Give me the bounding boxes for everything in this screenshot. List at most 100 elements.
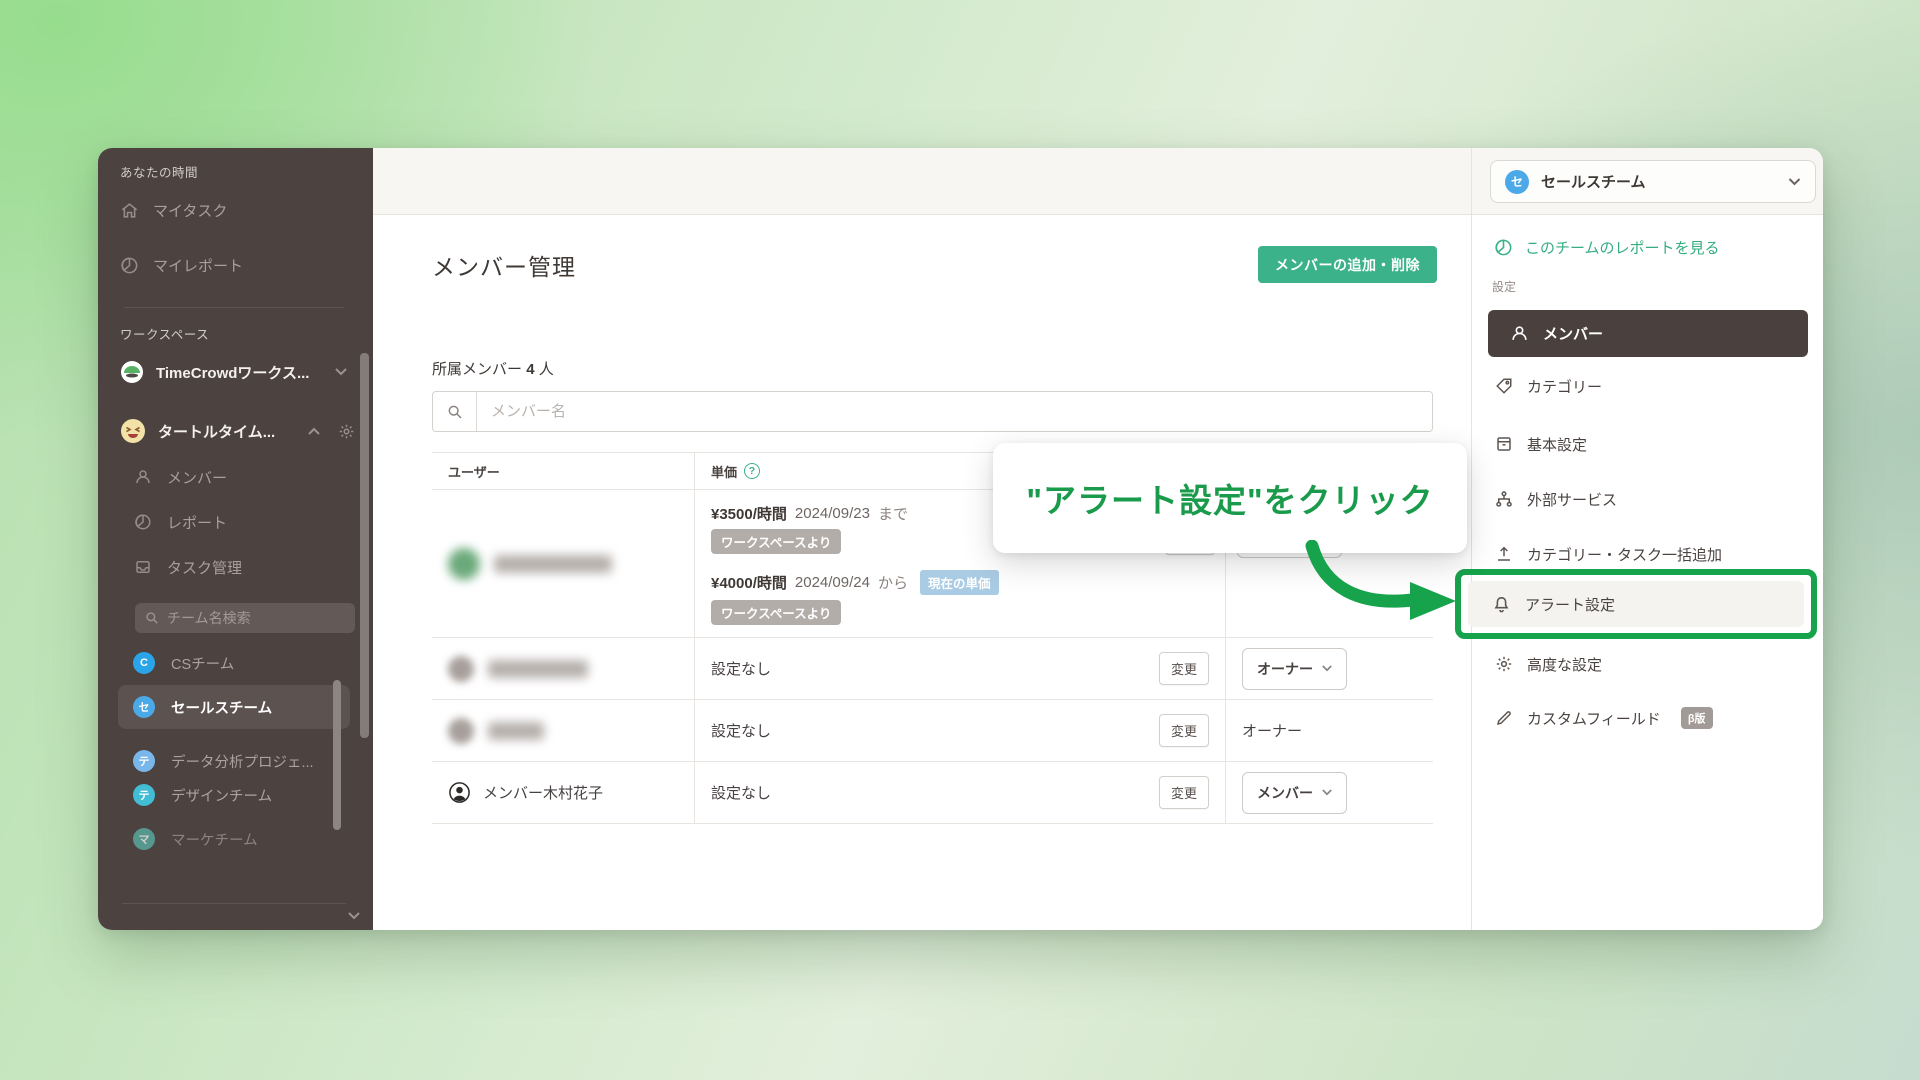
- team-avatar: マ: [133, 828, 155, 850]
- sidebar: あなたの時間 マイタスク マイレポート ワークスペース TimeCrowdワーク…: [98, 148, 373, 930]
- sidebar-item-label: メンバー: [167, 467, 227, 488]
- table-row: 設定なし 変更 オーナー: [432, 700, 1433, 762]
- sidebar-item-team-members[interactable]: メンバー: [134, 467, 227, 488]
- sidebar-team-sales-active[interactable]: セ セールスチーム: [118, 685, 350, 729]
- team-search[interactable]: [135, 603, 355, 633]
- sidebar-item-my-reports[interactable]: マイレポート: [120, 255, 243, 276]
- team-label: CSチーム: [171, 653, 234, 674]
- role-cell: オーナー: [1225, 638, 1433, 699]
- sidebar-team-design[interactable]: テ デザインチーム: [133, 784, 272, 806]
- chevron-down-icon[interactable]: [348, 912, 360, 920]
- pie-chart-icon: [120, 256, 139, 275]
- settings-item-label: 基本設定: [1527, 434, 1587, 455]
- avatar: [448, 548, 480, 580]
- sidebar-item-my-tasks[interactable]: マイタスク: [120, 200, 227, 221]
- pie-chart-icon: [1494, 238, 1513, 257]
- blurred-name: [488, 660, 588, 678]
- workspace-switcher[interactable]: TimeCrowdワークス...: [120, 360, 350, 384]
- change-rate-button[interactable]: 変更: [1159, 776, 1209, 809]
- user-cell: メンバー木村花子: [432, 762, 694, 823]
- team-label: マーケチーム: [171, 829, 258, 850]
- team-label: セールスチーム: [171, 697, 272, 718]
- inbox-icon: [134, 558, 153, 577]
- person-icon: [1510, 324, 1529, 343]
- page-title: メンバー管理: [432, 248, 576, 282]
- team-avatar: セ: [1505, 170, 1529, 194]
- team-report-link[interactable]: このチームのレポートを見る: [1494, 237, 1720, 258]
- rate-value: 設定なし: [711, 658, 771, 679]
- member-count: 所属メンバー 4 人: [432, 358, 554, 379]
- sidebar-item-label: マイレポート: [153, 255, 243, 276]
- role-value: オーナー: [1257, 659, 1313, 679]
- user-cell: [432, 490, 694, 637]
- role-dropdown[interactable]: メンバー: [1242, 772, 1347, 814]
- sidebar-item-label: タスク管理: [167, 557, 242, 578]
- sidebar-team-data-analysis[interactable]: テ データ分析プロジェ...: [133, 750, 314, 772]
- settings-item-members-active[interactable]: メンバー: [1488, 310, 1808, 357]
- rate-cell: 設定なし 変更: [694, 638, 1225, 699]
- instruction-tooltip: "アラート設定"をクリック: [993, 443, 1467, 553]
- member-count-suffix: 人: [539, 361, 554, 378]
- settings-item-custom-fields[interactable]: カスタムフィールド β版: [1488, 703, 1808, 733]
- member-search-input[interactable]: [477, 392, 1432, 431]
- bell-icon: [1492, 595, 1511, 614]
- user-cell: [432, 638, 694, 699]
- rate-date: 2024/09/24: [795, 574, 870, 591]
- team-report-link-label: このチームのレポートを見る: [1525, 237, 1720, 258]
- member-count-prefix: 所属メンバー: [432, 361, 522, 378]
- rate-date: 2024/09/23: [795, 505, 870, 522]
- settings-section-label: 設定: [1492, 278, 1516, 295]
- user-cell: [432, 700, 694, 761]
- chevron-down-icon: [1322, 665, 1332, 672]
- member-name: メンバー木村花子: [483, 782, 603, 803]
- team-avatar: C: [133, 652, 155, 674]
- header-rate-label: 単価: [711, 462, 737, 481]
- table-row: 設定なし 変更 オーナー: [432, 638, 1433, 700]
- sidebar-item-label: レポート: [167, 512, 227, 533]
- team-search-input[interactable]: [167, 610, 327, 626]
- team-avatar: テ: [133, 750, 155, 772]
- sidebar-team-marketing[interactable]: マ マーケチーム: [133, 828, 258, 850]
- settings-item-advanced[interactable]: 高度な設定: [1488, 649, 1808, 679]
- chevron-up-icon: [308, 427, 320, 435]
- sidebar-item-task-management[interactable]: タスク管理: [134, 557, 242, 578]
- hub-icon: [1494, 490, 1513, 508]
- sidebar-team-cs[interactable]: C CSチーム: [133, 652, 234, 674]
- sidebar-item-label: マイタスク: [153, 200, 227, 221]
- settings-item-label: カスタムフィールド: [1527, 708, 1661, 729]
- rate-suffix: から: [878, 572, 908, 593]
- sidebar-scrollbar[interactable]: [360, 353, 369, 738]
- search-icon: [145, 611, 159, 625]
- team-switcher[interactable]: タートルタイム...: [120, 418, 350, 444]
- settings-item-external-services[interactable]: 外部サービス: [1488, 484, 1808, 514]
- settings-item-alerts-highlighted[interactable]: アラート設定: [1468, 581, 1804, 627]
- pie-chart-icon: [134, 513, 153, 532]
- team-selector-dropdown[interactable]: セ セールスチーム: [1490, 160, 1816, 203]
- avatar: [448, 656, 474, 682]
- sidebar-item-team-reports[interactable]: レポート: [134, 512, 227, 533]
- role-dropdown[interactable]: オーナー: [1242, 648, 1347, 690]
- settings-item-label: 高度な設定: [1527, 654, 1602, 675]
- role-cell: メンバー: [1225, 762, 1433, 823]
- add-remove-members-button[interactable]: メンバーの追加・削除: [1258, 246, 1437, 283]
- help-icon[interactable]: ?: [744, 463, 760, 479]
- rate-value: 設定なし: [711, 782, 771, 803]
- settings-item-basic[interactable]: 基本設定: [1488, 429, 1808, 459]
- change-rate-button[interactable]: 変更: [1159, 652, 1209, 685]
- divider: [122, 903, 346, 904]
- header-user: ユーザー: [432, 453, 694, 489]
- section-your-time: あなたの時間: [120, 162, 198, 181]
- settings-item-categories[interactable]: カテゴリー: [1488, 371, 1808, 401]
- rate-line: ¥4000/時間 2024/09/24 から 現在の単価: [711, 570, 999, 595]
- member-count-value: 4: [526, 361, 534, 378]
- panel-divider: [1471, 148, 1472, 215]
- settings-item-bulk-add[interactable]: カテゴリー・タスク一括追加: [1488, 539, 1808, 569]
- settings-item-label: カテゴリー・タスク一括追加: [1527, 544, 1722, 565]
- workspace-name: TimeCrowdワークス...: [156, 362, 309, 383]
- home-icon: [120, 201, 139, 220]
- gear-icon[interactable]: [338, 423, 355, 440]
- settings-item-label: アラート設定: [1525, 594, 1615, 615]
- person-icon: [134, 468, 153, 487]
- team-list-scrollbar[interactable]: [333, 680, 341, 830]
- change-rate-button[interactable]: 変更: [1159, 714, 1209, 747]
